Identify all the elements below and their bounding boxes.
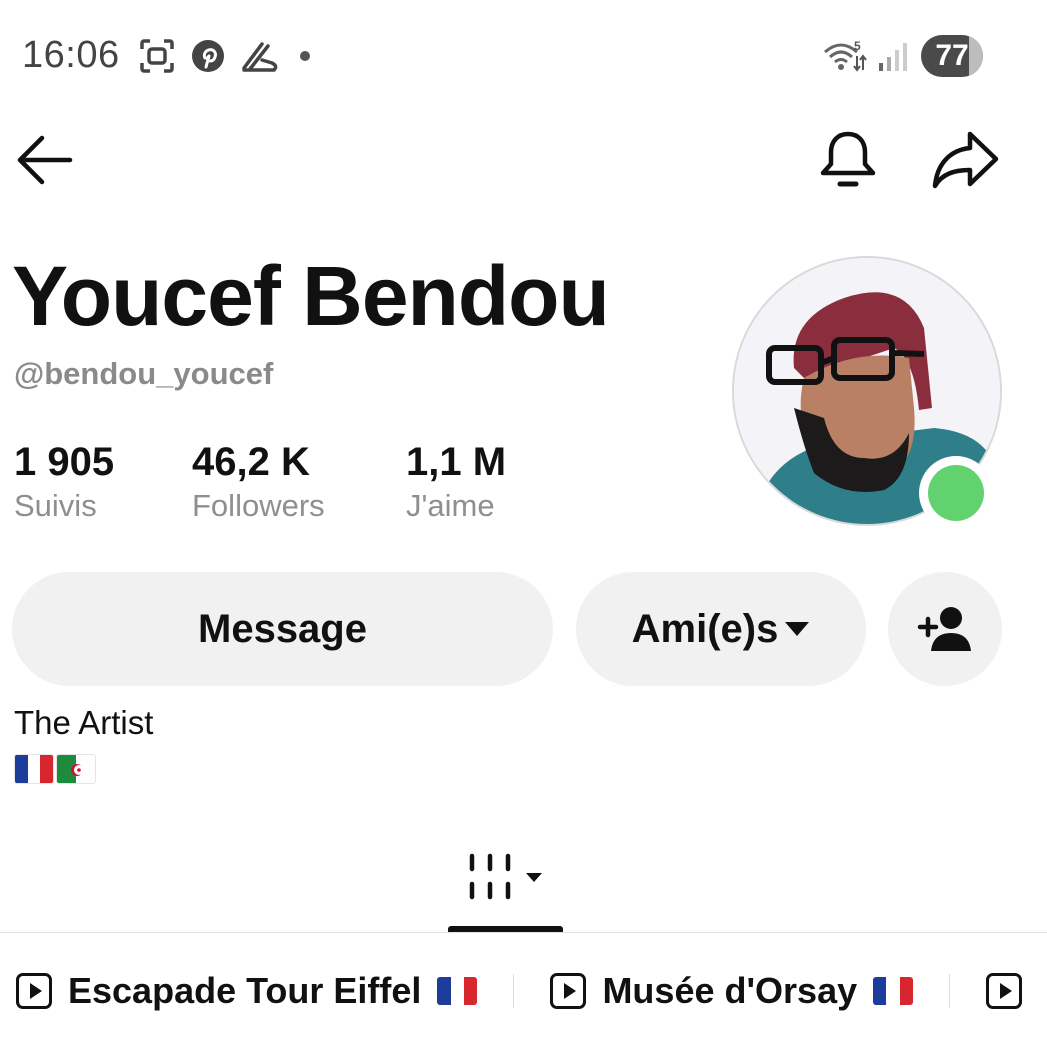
- play-icon: [16, 973, 52, 1009]
- tabs-divider: [0, 932, 1047, 933]
- stat-following[interactable]: 1 905 Suivis: [14, 440, 114, 526]
- online-dot: [928, 465, 984, 521]
- playlist-title: Musée d'Orsay: [602, 970, 858, 1011]
- dot-icon: [300, 51, 310, 61]
- play-icon: [986, 973, 1023, 1009]
- add-user-icon: [917, 607, 971, 651]
- share-icon[interactable]: [930, 128, 1000, 192]
- playlist-separator: [949, 974, 951, 1008]
- friends-button[interactable]: Ami(e)s: [576, 572, 866, 686]
- stat-followers-value: 46,2 K: [192, 440, 310, 484]
- battery-level: 77: [935, 39, 969, 72]
- playlists-row: Escapade Tour Eiffel Musée d'Orsay: [0, 962, 1047, 1020]
- playlist-separator: [513, 974, 515, 1008]
- stat-followers-label: Followers: [192, 488, 325, 523]
- pinterest-icon: [192, 40, 224, 72]
- add-friend-button[interactable]: [888, 572, 1002, 686]
- stat-following-value: 1 905: [14, 440, 115, 484]
- signal-icon: [879, 43, 907, 71]
- profile-name: Youcef Bendou: [12, 249, 610, 343]
- wifi-icon: 5: [824, 39, 867, 72]
- stat-likes[interactable]: 1,1 M J'aime: [406, 440, 506, 526]
- online-status-indicator: [919, 456, 993, 530]
- stat-following-label: Suivis: [14, 488, 97, 523]
- battery-icon: 77: [921, 35, 983, 77]
- screen-record-icon: [140, 39, 174, 73]
- stat-likes-value: 1,1 M: [406, 440, 507, 484]
- playlist-item[interactable]: Musée d'Orsay: [550, 970, 914, 1012]
- playlist-item-partial[interactable]: [986, 973, 1023, 1009]
- status-time: 16:06: [22, 34, 120, 76]
- videos-grid-icon: [469, 853, 542, 900]
- status-right-icons: 5 77: [821, 34, 983, 78]
- friends-button-label: Ami(e)s: [631, 606, 779, 651]
- profile-handle: @bendou_youcef: [14, 356, 274, 391]
- playlist-title: Escapade Tour Eiffel: [68, 970, 422, 1011]
- play-icon: [550, 973, 587, 1009]
- france-flag-icon: [437, 977, 478, 1005]
- playlist-item[interactable]: Escapade Tour Eiffel: [16, 970, 478, 1012]
- bio-text: The Artist: [14, 704, 154, 741]
- tab-videos[interactable]: [448, 840, 564, 916]
- message-button-label: Message: [198, 606, 367, 651]
- status-left-icons: [138, 34, 316, 78]
- algeria-flag-icon: [56, 754, 96, 784]
- france-flag-icon: [14, 754, 54, 784]
- bio-flags: [14, 754, 96, 784]
- france-flag-icon: [873, 977, 914, 1005]
- caret-down-icon: [785, 622, 810, 636]
- back-arrow-icon[interactable]: [14, 132, 74, 188]
- stat-followers[interactable]: 46,2 K Followers: [192, 440, 325, 526]
- running-shoe-icon: [242, 42, 278, 72]
- bell-icon[interactable]: [818, 128, 878, 194]
- svg-text:5: 5: [854, 39, 861, 53]
- stat-likes-label: J'aime: [406, 488, 495, 523]
- message-button[interactable]: Message: [12, 572, 553, 686]
